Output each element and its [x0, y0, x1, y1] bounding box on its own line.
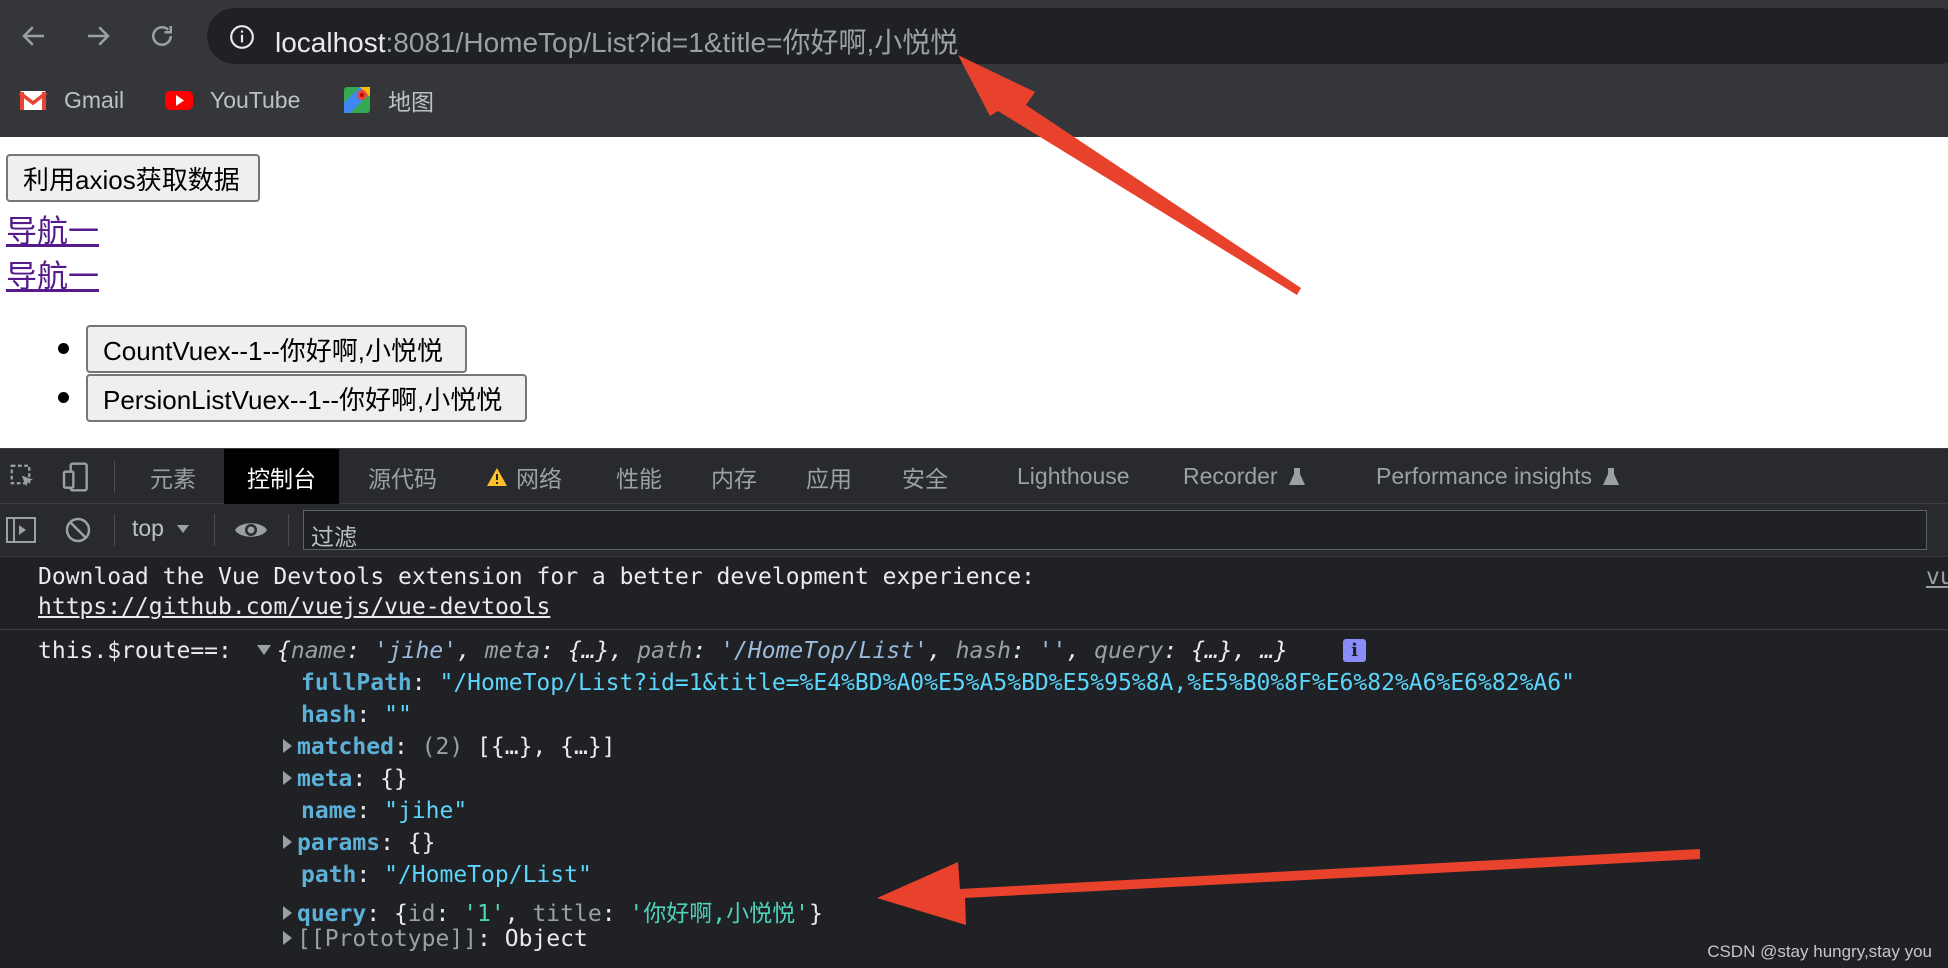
route-object-summary[interactable]: {name: 'jihe', meta: {…}, path: '/HomeTo… — [257, 638, 1288, 664]
persion-list-vuex-button[interactable]: PersionListVuex--1--你好啊,小悦悦 — [86, 374, 527, 422]
tab-security[interactable]: 安全 — [882, 449, 968, 504]
tab-performance[interactable]: 性能 — [596, 449, 682, 504]
reload-icon — [152, 26, 172, 46]
devtools-tab-bar: 元素 控制台 源代码 网络 性能 内存 应用 安全 Lighthouse Rec… — [0, 448, 1948, 504]
devtools-panel: 元素 控制台 源代码 网络 性能 内存 应用 安全 Lighthouse Rec… — [0, 448, 1948, 968]
prop-fullpath: fullPath: "/HomeTop/List?id=1&title=%E4%… — [301, 670, 1575, 696]
expand-toggle[interactable] — [257, 645, 271, 655]
tab-performance-insights-label: Performance insights — [1376, 463, 1593, 489]
flask-icon — [1288, 467, 1305, 485]
nav-link-1[interactable]: 导航一 — [6, 206, 99, 251]
expand-toggle[interactable] — [283, 906, 292, 920]
prop-prototype[interactable]: [[Prototype]]: Object — [283, 926, 588, 952]
bookmark-label: Gmail — [64, 86, 125, 113]
bookmark-label: 地图 — [388, 89, 434, 115]
prop-query[interactable]: query: {id: '1', title: '你好啊,小悦悦'} — [283, 894, 823, 928]
address-bar[interactable]: localhost:8081/HomeTop/List?id=1&title=你… — [207, 8, 1948, 64]
toolbar-divider — [114, 461, 115, 493]
count-vuex-button[interactable]: CountVuex--1--你好啊,小悦悦 — [86, 325, 467, 373]
clear-console-button[interactable] — [64, 516, 92, 544]
expand-toggle[interactable] — [283, 931, 292, 945]
url-host: localhost — [275, 27, 386, 58]
log-label: this.$route==: — [38, 638, 232, 664]
prop-meta[interactable]: meta: {} — [283, 766, 408, 792]
console-output: Download the Vue Devtools extension for … — [0, 558, 1948, 968]
arrow-right-icon — [88, 26, 110, 46]
url-path: :8081/HomeTop/List?id=1&title=你好啊,小悦悦 — [385, 27, 959, 58]
url-text: localhost:8081/HomeTop/List?id=1&title=你… — [275, 21, 958, 61]
gmail-icon — [18, 91, 48, 110]
tab-recorder[interactable]: Recorder — [1163, 449, 1326, 504]
tab-lighthouse[interactable]: Lighthouse — [997, 449, 1150, 504]
bookmark-youtube[interactable]: YouTube — [164, 82, 300, 118]
expand-toggle[interactable] — [283, 771, 292, 785]
axios-fetch-button[interactable]: 利用axios获取数据 — [6, 154, 260, 202]
prop-hash: hash: "" — [301, 702, 412, 728]
prop-params[interactable]: params: {} — [283, 830, 436, 856]
tab-recorder-label: Recorder — [1183, 463, 1278, 489]
warning-icon — [487, 467, 507, 486]
bookmark-gmail[interactable]: Gmail — [18, 82, 124, 118]
console-divider — [0, 629, 1948, 630]
sidebar-icon — [6, 517, 36, 543]
prop-path: path: "/HomeTop/List" — [301, 862, 592, 888]
device-mode-icon — [62, 461, 88, 492]
clear-icon — [65, 517, 91, 543]
expand-toggle[interactable] — [283, 739, 292, 753]
tab-sources[interactable]: 源代码 — [348, 449, 457, 504]
device-toggle-button[interactable] — [60, 449, 92, 504]
cursor-select-icon — [10, 464, 33, 486]
vue-devtools-link[interactable]: https://github.com/vuejs/vue-devtools — [38, 594, 550, 620]
prop-name: name: "jihe" — [301, 798, 468, 824]
reload-button[interactable] — [140, 14, 184, 58]
browser-toolbar: localhost:8081/HomeTop/List?id=1&title=你… — [0, 0, 1948, 137]
toolbar-divider — [288, 514, 289, 546]
youtube-icon — [165, 91, 193, 110]
dropdown-arrow-icon — [176, 524, 189, 533]
tab-network[interactable]: 网络 — [466, 449, 582, 504]
source-location-link[interactable]: vu — [1926, 564, 1948, 590]
context-selector[interactable]: top — [132, 515, 190, 542]
tab-memory[interactable]: 内存 — [691, 449, 777, 504]
console-message: Download the Vue Devtools extension for … — [38, 564, 1035, 590]
expand-toggle[interactable] — [283, 835, 292, 849]
list-bullet — [58, 343, 69, 354]
bookmark-label: YouTube — [210, 86, 301, 113]
tab-elements[interactable]: 元素 — [130, 449, 216, 504]
live-expression-button[interactable] — [234, 518, 268, 542]
tab-network-label: 网络 — [516, 465, 562, 492]
forward-button[interactable] — [76, 14, 120, 58]
tab-application[interactable]: 应用 — [786, 449, 872, 504]
console-filter-input[interactable]: 过滤 — [303, 510, 1927, 550]
watermark: CSDN @stay hungry,stay you — [1707, 942, 1932, 961]
arrow-left-icon — [22, 26, 44, 46]
prop-matched[interactable]: matched: (2) [{…}, {…}] — [283, 734, 616, 760]
console-toolbar: top 过滤 — [0, 504, 1948, 557]
context-label: top — [132, 515, 164, 541]
info-badge-icon[interactable]: i — [1343, 639, 1366, 662]
maps-icon — [344, 87, 370, 113]
site-info-icon[interactable] — [229, 24, 255, 50]
nav-link-2[interactable]: 导航一 — [6, 251, 99, 296]
sidebar-toggle-button[interactable] — [6, 516, 36, 544]
list-bullet — [58, 392, 69, 403]
back-button[interactable] — [12, 14, 56, 58]
inspect-element-button[interactable] — [8, 449, 38, 504]
eye-icon — [235, 523, 267, 537]
toolbar-divider — [114, 514, 115, 546]
flask-icon — [1603, 467, 1620, 485]
tab-console[interactable]: 控制台 — [224, 449, 339, 504]
toolbar-divider — [214, 514, 215, 546]
tab-performance-insights[interactable]: Performance insights — [1356, 449, 1640, 504]
bookmark-maps[interactable]: 地图 — [342, 82, 434, 118]
